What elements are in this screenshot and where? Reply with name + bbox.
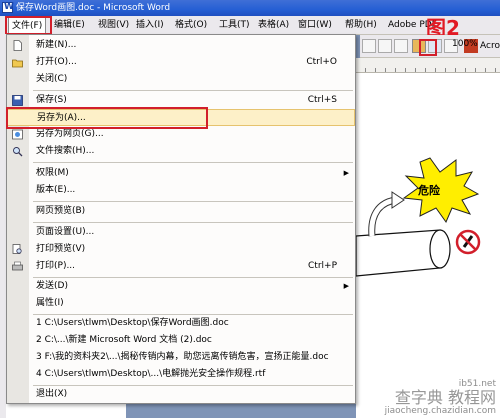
recent-file-2[interactable]: 2 C:\...\新建 Microsoft Word 文档 (2).doc xyxy=(7,332,355,349)
recent-file-3[interactable]: 3 F:\我的资料夹2\...\揭秘传销内幕，助您远离传销危害，宣扬正能量.do… xyxy=(7,349,355,366)
danger-burst xyxy=(402,157,480,224)
menu-insert[interactable]: 插入(I) xyxy=(136,18,164,32)
pipe-shape xyxy=(356,229,441,277)
menu-item-close[interactable]: 关闭(C) xyxy=(7,71,355,88)
menu-item-file-search[interactable]: 文件搜索(H)... xyxy=(7,143,355,160)
pipe-end xyxy=(429,229,451,269)
file-menu-highlight-box xyxy=(5,16,52,35)
watermark: ib51.net 查字典 教程网 jiaocheng.chazidian.com xyxy=(384,379,496,416)
recent-file-1[interactable]: 1 C:\Users\tlwm\Desktop\保存Word画图.doc xyxy=(7,315,355,332)
danger-label: 危险 xyxy=(418,184,440,197)
recent-file-4[interactable]: 4 C:\Users\tlwm\Desktop\...\电解抛光安全操作规程.r… xyxy=(7,366,355,383)
menu-help[interactable]: 帮助(H) xyxy=(345,18,377,32)
menu-window[interactable]: 窗口(W) xyxy=(298,18,332,32)
menu-table[interactable]: 表格(A) xyxy=(258,18,289,32)
menu-separator xyxy=(33,222,353,223)
document-illustration xyxy=(356,157,481,277)
file-menu-dropdown: 新建(N)... 打开(O)... Ctrl+O 关闭(C) 保存(S) Ctr… xyxy=(6,34,356,404)
menu-separator xyxy=(33,90,353,91)
open-folder-icon xyxy=(12,59,23,68)
menu-item-send-to[interactable]: 发送(D) ▶ xyxy=(7,278,355,295)
toolbar-button-icon[interactable] xyxy=(378,39,392,53)
menu-item-open[interactable]: 打开(O)... Ctrl+O xyxy=(7,54,355,71)
file-search-icon xyxy=(13,147,23,157)
new-document-icon xyxy=(13,40,22,51)
menu-item-print[interactable]: 打印(P)... Ctrl+P xyxy=(7,258,355,275)
menu-item-new[interactable]: 新建(N)... xyxy=(7,37,355,54)
printer-icon xyxy=(12,261,23,271)
menu-item-permission[interactable]: 权限(M) ▶ xyxy=(7,165,355,182)
menu-item-web-preview[interactable]: 网页预览(B) xyxy=(7,203,355,220)
horizontal-ruler[interactable] xyxy=(356,58,500,73)
menu-item-print-preview[interactable]: 打印预览(V) xyxy=(7,241,355,258)
menu-edit[interactable]: 编辑(E) xyxy=(54,18,85,32)
save-as-highlight-box xyxy=(6,107,208,129)
menu-item-versions[interactable]: 版本(E)... xyxy=(7,182,355,199)
window-title: 保存Word画图.doc - Microsoft Word xyxy=(16,3,171,13)
submenu-arrow-icon: ▶ xyxy=(343,282,349,290)
toolbar-button-icon[interactable] xyxy=(362,39,376,53)
acrobat-label[interactable]: Acrobat xyxy=(480,41,500,51)
menu-bar: 文件(F) 编辑(E) 视图(V) 插入(I) 格式(O) 工具(T) 表格(A… xyxy=(0,16,500,35)
menu-item-properties[interactable]: 属性(I) xyxy=(7,295,355,312)
drawing-button-highlight-box xyxy=(419,39,437,56)
menu-format[interactable]: 格式(O) xyxy=(175,18,207,32)
web-page-icon xyxy=(12,129,23,140)
menu-tools[interactable]: 工具(T) xyxy=(219,18,250,32)
save-disk-icon xyxy=(12,95,23,106)
window-title-bar[interactable]: 保存Word画图.doc - Microsoft Word xyxy=(0,0,500,16)
document-page[interactable] xyxy=(356,73,500,418)
print-preview-icon xyxy=(12,244,22,254)
zoom-level[interactable]: 100% xyxy=(452,39,478,49)
menu-separator xyxy=(33,201,353,202)
toolbar-button-icon[interactable] xyxy=(394,39,408,53)
menu-separator xyxy=(33,162,353,163)
submenu-arrow-icon: ▶ xyxy=(343,169,349,177)
menu-item-exit[interactable]: 退出(X) xyxy=(7,386,355,403)
word-app-icon xyxy=(2,0,14,15)
menu-item-page-setup[interactable]: 页面设置(U)... xyxy=(7,224,355,241)
arrow-head xyxy=(391,191,405,209)
menu-view[interactable]: 视图(V) xyxy=(98,18,129,32)
